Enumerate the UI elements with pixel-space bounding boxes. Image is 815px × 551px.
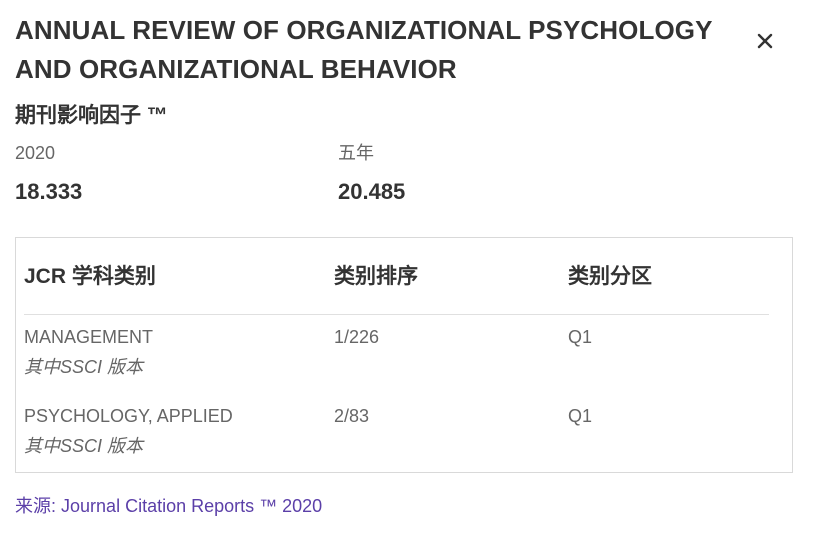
close-x-icon xyxy=(757,33,773,49)
impact-factor-heading: 期刊影响因子 ™ xyxy=(15,104,168,127)
metric-label-five-year: 五年 xyxy=(338,143,374,163)
journal-title: ANNUAL REVIEW OF ORGANIZATIONAL PSYCHOLO… xyxy=(15,11,715,89)
source-prefix: 来源: xyxy=(15,496,57,516)
metric-value-2020: 18.333 xyxy=(15,179,83,204)
jcr-row-quartile: Q1 xyxy=(568,406,593,426)
jcr-row-category: MANAGEMENT xyxy=(24,327,154,347)
jcr-header-quartile: 类别分区 xyxy=(568,265,652,288)
journal-title-line2: AND ORGANIZATIONAL BEHAVIOR xyxy=(15,54,457,84)
close-button[interactable] xyxy=(752,28,778,54)
jcr-source-link[interactable]: Journal Citation Reports ™ 2020 xyxy=(61,496,322,516)
jcr-header-category: JCR 学科类别 xyxy=(24,265,156,288)
metric-label-2020: 2020 xyxy=(15,143,56,163)
jcr-divider xyxy=(24,314,769,315)
jcr-row-rank: 1/226 xyxy=(334,327,380,347)
jcr-row-category: PSYCHOLOGY, APPLIED xyxy=(24,406,233,426)
jcr-header-rank: 类别排序 xyxy=(334,265,418,288)
source-line: 来源: Journal Citation Reports ™ 2020 xyxy=(15,493,322,519)
jcr-row-rank: 2/83 xyxy=(334,406,370,426)
jcr-row-quartile: Q1 xyxy=(568,327,593,347)
journal-title-line1: ANNUAL REVIEW OF ORGANIZATIONAL PSYCHOLO… xyxy=(15,15,713,45)
metric-value-five-year: 20.485 xyxy=(338,179,406,204)
jcr-row-edition: 其中SSCI 版本 xyxy=(24,436,144,456)
jcr-row-edition: 其中SSCI 版本 xyxy=(24,357,144,377)
